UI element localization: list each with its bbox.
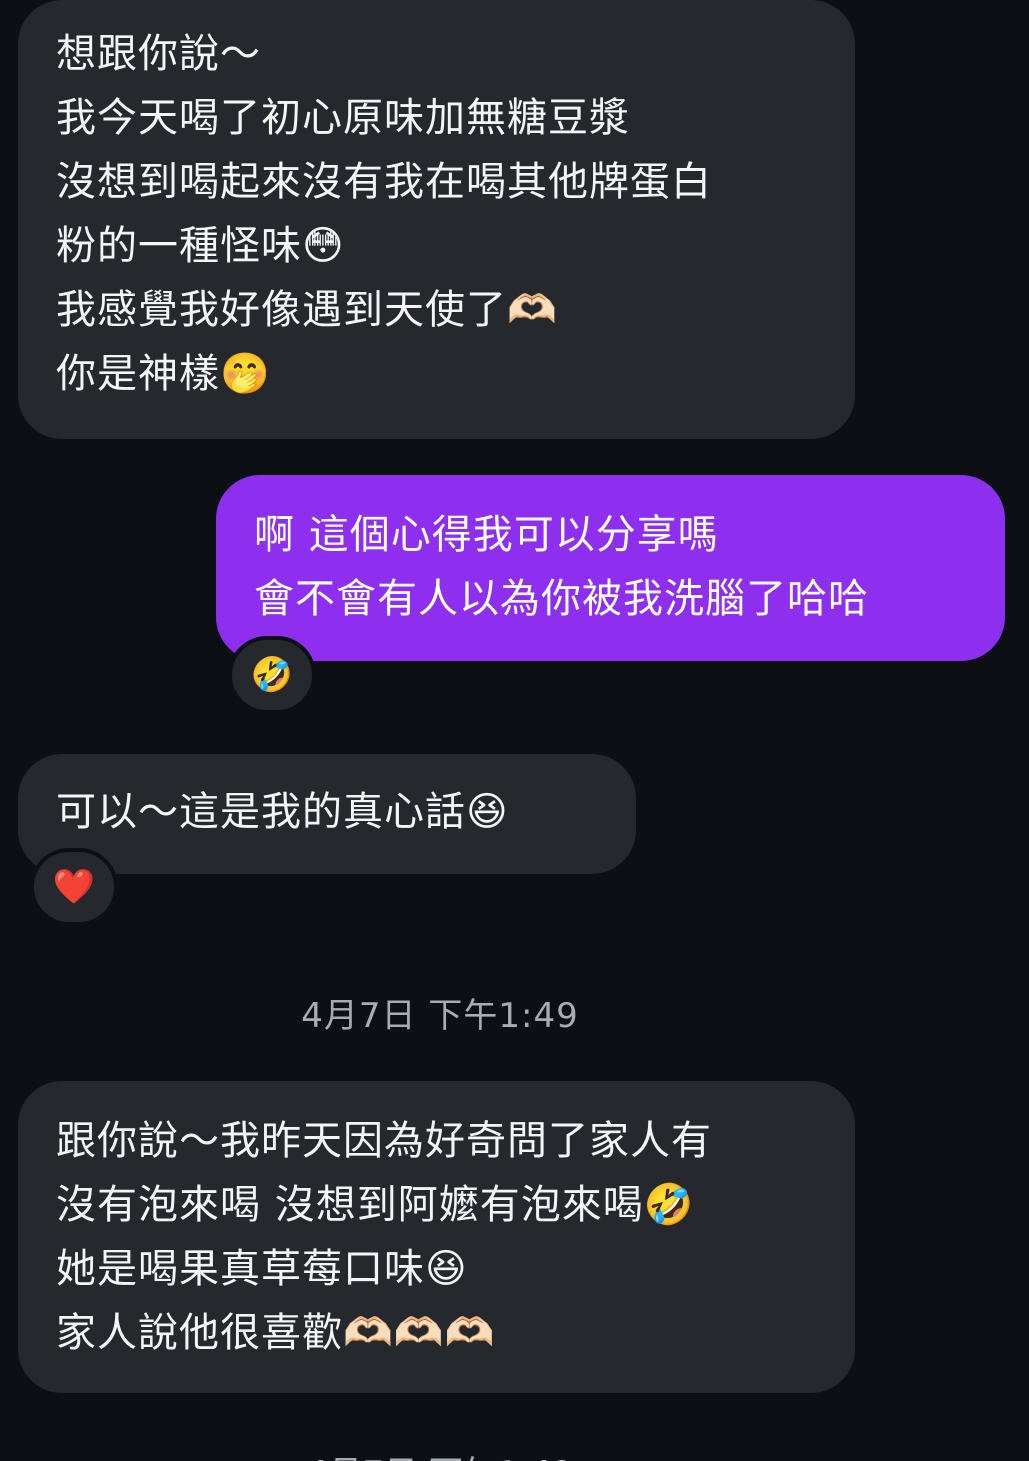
message-line: 粉的一種怪味😳 xyxy=(56,223,345,269)
message-line: 我感覺我好像遇到天使了🫶🏻 xyxy=(56,287,558,333)
partial-timestamp-text: 4月7日 下午1:49 xyxy=(0,1446,880,1461)
outgoing-message-bubble[interactable]: 啊 這個心得我可以分享嗎 會不會有人以為你被我洗腦了哈哈 xyxy=(216,475,1005,661)
date-time-separator-partial: 4月7日 下午1:49 xyxy=(0,1446,880,1461)
message-line: 沒想到喝起來沒有我在喝其他牌蛋白 xyxy=(56,159,712,205)
incoming-message-bubble[interactable]: 可以～這是我的真心話😆 xyxy=(18,754,636,874)
rofl-emoji-icon: 🤣 xyxy=(250,655,294,695)
heart-reaction-badge[interactable]: ❤️ xyxy=(30,848,118,926)
message-line: 啊 這個心得我可以分享嗎 xyxy=(254,512,719,558)
message-line: 會不會有人以為你被我洗腦了哈哈 xyxy=(254,576,869,622)
heart-emoji-icon: ❤️ xyxy=(52,867,96,907)
message-line: 她是喝果真草莓口味😆 xyxy=(56,1246,468,1292)
chat-thread: 想跟你說～ 我今天喝了初心原味加無糖豆漿 沒想到喝起來沒有我在喝其他牌蛋白 粉的… xyxy=(0,0,1029,1461)
message-line: 家人說他很喜歡🫶🏻🫶🏻🫶🏻 xyxy=(56,1310,496,1356)
date-time-separator: 4月7日 下午1:49 xyxy=(301,996,579,1036)
incoming-message-bubble[interactable]: 跟你說～我昨天因為好奇問了家人有 沒有泡來喝 沒想到阿嬤有泡來喝🤣 她是喝果真草… xyxy=(18,1081,855,1393)
incoming-message-bubble[interactable]: 想跟你說～ 我今天喝了初心原味加無糖豆漿 沒想到喝起來沒有我在喝其他牌蛋白 粉的… xyxy=(18,0,855,439)
message-line: 沒有泡來喝 沒想到阿嬤有泡來喝🤣 xyxy=(56,1182,695,1228)
message-line: 我今天喝了初心原味加無糖豆漿 xyxy=(56,95,630,141)
message-line: 想跟你說～ xyxy=(56,31,261,77)
message-line: 可以～這是我的真心話😆 xyxy=(56,789,509,835)
message-line: 你是神樣🤭 xyxy=(56,351,271,397)
message-line: 跟你說～我昨天因為好奇問了家人有 xyxy=(56,1118,712,1164)
rofl-reaction-badge[interactable]: 🤣 xyxy=(228,636,316,714)
